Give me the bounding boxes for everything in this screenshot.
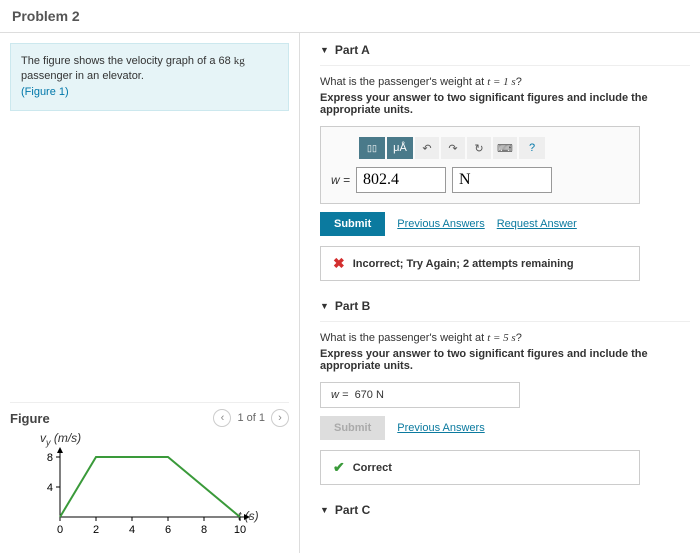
- svg-text:0: 0: [57, 524, 63, 536]
- intro-unit: kg: [234, 55, 245, 67]
- collapse-icon: ▼: [320, 505, 329, 515]
- part-b-instruct: Express your answer to two significant f…: [320, 348, 690, 372]
- spacer: [10, 121, 289, 402]
- part-b: ▼ Part B What is the passenger's weight …: [320, 299, 690, 485]
- intro-text-2: passenger in an elevator.: [21, 70, 144, 82]
- figure-header: Figure ‹ 1 of 1 ›: [10, 402, 289, 433]
- part-a: ▼ Part A What is the passenger's weight …: [320, 43, 690, 281]
- part-a-question: What is the passenger's weight at t = 1 …: [320, 76, 690, 88]
- part-b-question: What is the passenger's weight at t = 5 …: [320, 332, 690, 344]
- submit-button-a[interactable]: Submit: [320, 212, 385, 236]
- unit-input-a[interactable]: [452, 167, 552, 193]
- part-a-instruct: Express your answer to two significant f…: [320, 92, 690, 116]
- part-a-title: Part A: [335, 43, 370, 57]
- right-column: ▼ Part A What is the passenger's weight …: [300, 33, 700, 553]
- left-column: The figure shows the velocity graph of a…: [0, 33, 300, 553]
- prev-answers-link-b[interactable]: Previous Answers: [397, 422, 484, 434]
- figure-pager: ‹ 1 of 1 ›: [213, 409, 289, 427]
- collapse-icon: ▼: [320, 301, 329, 311]
- svg-text:4: 4: [47, 482, 53, 494]
- help-button[interactable]: ?: [519, 137, 545, 159]
- page-title: Problem 2: [12, 8, 688, 24]
- answer-box-a: ▯▯ μÅ ↶ ↷ ↻ ⌨ ? w =: [320, 126, 640, 204]
- correct-icon: ✔: [333, 459, 345, 476]
- chart-svg: 0 2 4 6 8 10 4 8: [40, 447, 260, 539]
- feedback-a: ✖ Incorrect; Try Again; 2 attempts remai…: [320, 246, 640, 281]
- svg-text:8: 8: [201, 524, 207, 536]
- keyboard-button[interactable]: ⌨: [493, 137, 517, 159]
- pager-next-button[interactable]: ›: [271, 409, 289, 427]
- problem-intro: The figure shows the velocity graph of a…: [10, 43, 289, 111]
- template-button[interactable]: ▯▯: [359, 137, 385, 159]
- part-c: ▼ Part C: [320, 503, 690, 525]
- units-button[interactable]: μÅ: [387, 137, 413, 159]
- undo-button[interactable]: ↶: [415, 137, 439, 159]
- answer-display-b: w = 670 N: [320, 382, 520, 408]
- feedback-b: ✔ Correct: [320, 450, 640, 485]
- part-a-header[interactable]: ▼ Part A: [320, 43, 690, 66]
- part-b-title: Part B: [335, 299, 370, 313]
- page-header: Problem 2: [0, 0, 700, 33]
- redo-button[interactable]: ↷: [441, 137, 465, 159]
- svg-text:6: 6: [165, 524, 171, 536]
- svg-text:4: 4: [129, 524, 135, 536]
- intro-text-1: The figure shows the velocity graph of a…: [21, 55, 234, 67]
- figure-link[interactable]: (Figure 1): [21, 86, 69, 98]
- incorrect-icon: ✖: [333, 255, 345, 272]
- submit-button-b: Submit: [320, 416, 385, 440]
- part-c-header[interactable]: ▼ Part C: [320, 503, 690, 525]
- collapse-icon: ▼: [320, 45, 329, 55]
- request-answer-link-a[interactable]: Request Answer: [497, 218, 577, 230]
- pager-prev-button[interactable]: ‹: [213, 409, 231, 427]
- prev-answers-link-a[interactable]: Previous Answers: [397, 218, 484, 230]
- w-label-a: w =: [331, 173, 350, 187]
- button-row-b: Submit Previous Answers: [320, 416, 690, 440]
- part-c-title: Part C: [335, 503, 370, 517]
- svg-text:2: 2: [93, 524, 99, 536]
- answer-toolbar: ▯▯ μÅ ↶ ↷ ↻ ⌨ ?: [359, 137, 629, 159]
- content: The figure shows the velocity graph of a…: [0, 33, 700, 553]
- answer-row-a: w =: [331, 167, 629, 193]
- y-axis-label: vy (m/s): [40, 431, 81, 447]
- figure-title: Figure: [10, 411, 50, 426]
- velocity-chart: vy (m/s) t (s): [10, 433, 289, 543]
- button-row-a: Submit Previous Answers Request Answer: [320, 212, 690, 236]
- svg-text:10: 10: [234, 524, 246, 536]
- pager-text: 1 of 1: [237, 412, 265, 424]
- value-input-a[interactable]: [356, 167, 446, 193]
- feedback-text-a: Incorrect; Try Again; 2 attempts remaini…: [353, 258, 574, 270]
- svg-text:8: 8: [47, 452, 53, 464]
- feedback-text-b: Correct: [353, 462, 392, 474]
- reset-button[interactable]: ↻: [467, 137, 491, 159]
- part-b-header[interactable]: ▼ Part B: [320, 299, 690, 322]
